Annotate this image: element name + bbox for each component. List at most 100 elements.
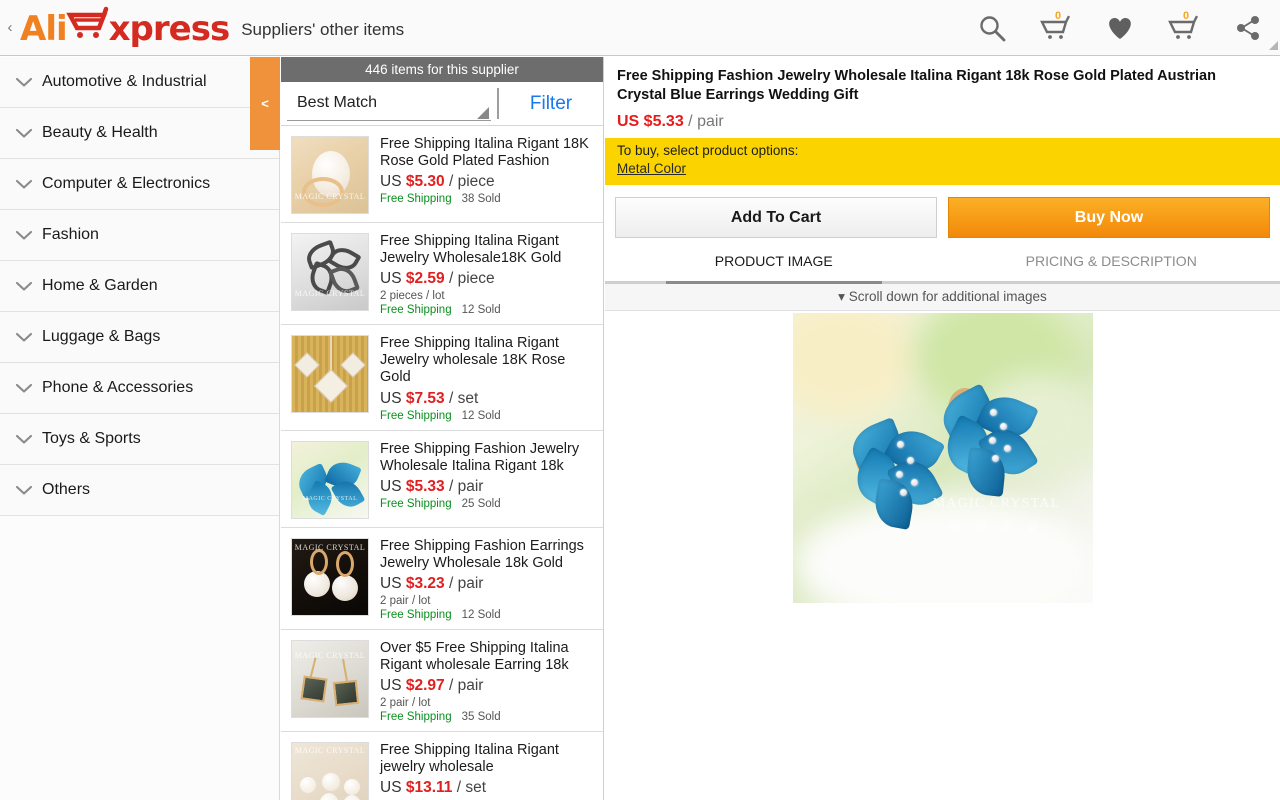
buy-now-button[interactable]: Buy Now xyxy=(948,197,1270,239)
product-list[interactable]: MAGIC CRYSTAL Free Shipping Italina Rigan… xyxy=(281,126,603,800)
sidebar-item-label: Beauty & Health xyxy=(42,124,158,141)
product-meta: Free Shipping 25 Sold xyxy=(380,498,595,510)
product-thumbnail[interactable]: MAGIC CRYSTAL xyxy=(291,233,369,311)
product-price: US $3.23 / pair xyxy=(380,575,595,593)
items-count-bar: 446 items for this supplier xyxy=(281,57,603,82)
product-title: Free Shipping Italina Rigant Jewelry Who… xyxy=(380,233,562,267)
cart-badge-count: 0 xyxy=(1055,9,1062,22)
tab-product-image[interactable]: PRODUCT IMAGE xyxy=(605,248,943,285)
product-thumbnail[interactable]: MAGIC CRYSTAL xyxy=(291,741,369,800)
sidebar-item-luggage-bags[interactable]: Luggage & Bags xyxy=(0,312,279,363)
sidebar-item-home-garden[interactable]: Home & Garden xyxy=(0,261,279,312)
sidebar-item-others[interactable]: Others xyxy=(0,465,279,516)
heart-icon[interactable] xyxy=(1088,0,1152,56)
product-list-item[interactable]: MAGIC CRYSTAL Free Shipping Italina Rigan… xyxy=(281,731,603,800)
sidebar-item-label: Fashion xyxy=(42,226,99,243)
free-shipping-label: Free Shipping xyxy=(380,608,452,621)
supplier-items-column: 446 items for this supplier Best Match F… xyxy=(281,57,604,800)
aliexpress-logo[interactable]: Ali xpress xyxy=(20,6,230,49)
chevron-down-icon xyxy=(10,414,38,465)
price-unit: / set xyxy=(448,389,479,407)
price-currency: US xyxy=(380,389,402,407)
sidebar-item-computer-electronics[interactable]: Computer & Electronics xyxy=(0,159,279,210)
price-amount: $5.33 xyxy=(405,477,445,495)
product-thumbnail[interactable]: MAGIC CRYSTAL xyxy=(291,440,369,519)
product-image-area[interactable]: MAGIC CRYSTAL 魔 幻 水 晶 xyxy=(605,311,1280,800)
product-info: Free Shipping Fashion Earrings Jewelry W… xyxy=(380,538,595,621)
sidebar-item-fashion[interactable]: Fashion xyxy=(0,210,279,261)
sidebar-item-beauty-health[interactable]: Beauty & Health xyxy=(0,108,279,159)
sidebar-item-label: Automotive & Industrial xyxy=(42,73,207,90)
crystal-stone xyxy=(895,471,903,479)
chevron-down-icon xyxy=(10,57,38,108)
detail-tabs: PRODUCT IMAGE PRICING & DESCRIPTION xyxy=(605,248,1280,285)
product-title: Free Shipping Italina Rigant jewelry who… xyxy=(380,741,559,776)
product-list-item[interactable]: Free Shipping Italina Rigant Jewelry who… xyxy=(281,325,603,431)
product-info: Free Shipping Fashion Jewelry Wholesale … xyxy=(380,441,595,519)
product-detail-panel: Free Shipping Fashion Jewelry Wholesale … xyxy=(605,57,1280,800)
tab-pricing-description[interactable]: PRICING & DESCRIPTION xyxy=(943,248,1280,281)
product-list-item[interactable]: MAGIC CRYSTAL Free Shipping Fashion Jewel… xyxy=(281,430,603,528)
product-list-item[interactable]: MAGIC CRYSTAL Free Shipping Fashion Earri… xyxy=(281,527,603,630)
cart-badge-count: 0 xyxy=(1183,9,1190,22)
image-bokeh-blob xyxy=(792,498,1093,604)
product-title: Over $5 Free Shipping Italina Rigant who… xyxy=(380,639,569,673)
product-price: US $5.33 / pair xyxy=(380,478,595,496)
logo-ali-text: Ali xyxy=(20,9,68,49)
chevron-down-icon xyxy=(10,261,38,312)
price-unit: / set xyxy=(456,779,487,797)
price-amount: $2.59 xyxy=(405,270,445,288)
product-meta: Free Shipping 12 Sold xyxy=(380,304,595,316)
chevron-down-icon xyxy=(10,159,38,210)
product-thumbnail[interactable]: MAGIC CRYSTAL xyxy=(291,537,369,616)
sidebar-item-toys-sports[interactable]: Toys & Sports xyxy=(0,414,279,465)
sidebar-item-automotive-industrial[interactable]: Automotive & Industrial xyxy=(0,57,279,108)
product-lot-label: 2 pair / lot xyxy=(380,696,431,709)
header-subtitle: Suppliers' other items xyxy=(241,19,405,39)
back-chevron-icon[interactable]: ‹ xyxy=(2,20,18,35)
sort-dropdown-value: Best Match xyxy=(297,94,378,111)
product-thumbnail[interactable]: MAGIC CRYSTAL xyxy=(291,136,369,214)
product-hero-image[interactable]: MAGIC CRYSTAL 魔 幻 水 晶 xyxy=(792,313,1093,604)
list-controls-row: Best Match Filter xyxy=(281,82,603,126)
sidebar-item-phone-accessories[interactable]: Phone & Accessories xyxy=(0,363,279,414)
product-thumbnail[interactable]: MAGIC CRYSTAL xyxy=(291,639,369,718)
product-meta: Free Shipping 38 Sold xyxy=(380,193,595,205)
sort-dropdown[interactable]: Best Match xyxy=(287,86,491,121)
logo-cart-icon xyxy=(65,6,110,40)
product-list-item[interactable]: MAGIC CRYSTAL Free Shipping Italina Rigan… xyxy=(281,223,603,326)
crystal-stone xyxy=(899,489,907,497)
cart-icon[interactable]: 0 xyxy=(1152,0,1216,56)
options-prompt: To buy, select product options: xyxy=(617,143,799,159)
sidebar-collapse-button[interactable]: < xyxy=(250,57,280,150)
share-icon[interactable] xyxy=(1216,0,1280,56)
filter-button[interactable]: Filter xyxy=(499,82,603,125)
crystal-stone xyxy=(906,457,914,465)
chevron-down-icon xyxy=(10,363,38,414)
image-bokeh-blob xyxy=(792,313,918,419)
metal-color-option-link[interactable]: Metal Color xyxy=(617,161,686,176)
price-unit: / piece xyxy=(448,270,495,288)
crystal-stone xyxy=(1003,445,1011,453)
crystal-stone xyxy=(910,479,918,487)
product-lot-label: 2 pieces / lot xyxy=(380,290,445,303)
category-list: Automotive & Industrial Beauty & Health Co… xyxy=(0,57,279,516)
sidebar-item-label: Home & Garden xyxy=(42,277,158,294)
product-info: Free Shipping Italina Rigant jewelry who… xyxy=(380,742,595,800)
search-icon[interactable] xyxy=(960,0,1024,56)
share-menu-caret-icon[interactable] xyxy=(1269,40,1278,50)
chevron-down-icon xyxy=(10,465,38,516)
price-unit: / pair xyxy=(448,676,484,694)
product-list-item[interactable]: MAGIC CRYSTAL Free Shipping Italina Rigan… xyxy=(281,126,603,223)
product-title: Free Shipping Italina Rigant Jewelry who… xyxy=(380,335,566,386)
add-to-cart-button[interactable]: Add To Cart xyxy=(615,197,937,239)
price-unit: / pair xyxy=(448,574,484,592)
cart-icon[interactable]: 0 xyxy=(1024,0,1088,56)
product-title: Free Shipping Fashion Jewelry Wholesale … xyxy=(380,440,580,474)
product-list-item[interactable]: MAGIC CRYSTAL Over $5 Free Shipping Itali… xyxy=(281,629,603,732)
product-thumbnail[interactable] xyxy=(291,335,369,414)
purchase-button-row: Add To Cart Buy Now xyxy=(605,185,1280,248)
app-root: ‹ Ali xpress Suppliers' other items 0 0 … xyxy=(0,0,1280,800)
product-meta: Free Shipping 12 Sold xyxy=(380,609,595,621)
product-title: Free Shipping Fashion Earrings Jewelry W… xyxy=(380,537,584,571)
